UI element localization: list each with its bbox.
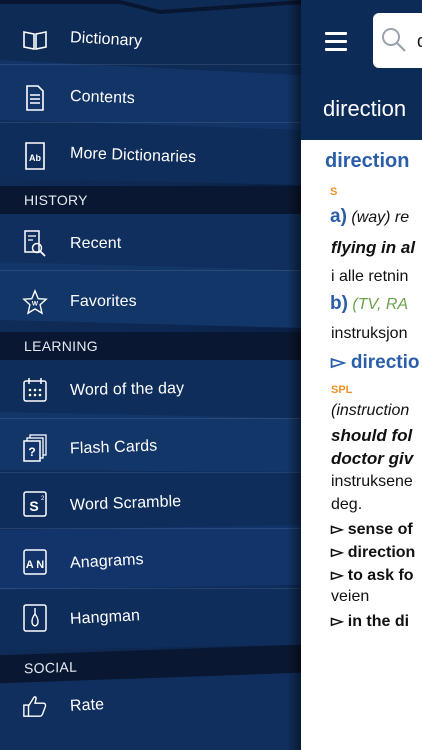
phrase-link[interactable]: ▻ to ask fo <box>331 565 414 585</box>
phrase-link[interactable]: ▻ sense of <box>331 519 413 539</box>
anagrams-icon: A N <box>22 547 48 577</box>
search-input[interactable]: d <box>417 31 422 52</box>
sense-marker: b) <box>330 293 348 314</box>
svg-text:Ab: Ab <box>29 153 41 163</box>
svg-text:W: W <box>32 301 39 308</box>
calendar-icon <box>22 375 48 405</box>
drawer-item-label: Flash Cards <box>69 437 158 458</box>
flash-cards-icon: ? <box>22 433 48 463</box>
sense-context: (TV, RA <box>352 296 409 313</box>
divider <box>0 472 301 473</box>
drawer-item-contents[interactable]: Contents <box>0 80 301 116</box>
entry-headword: direction <box>325 150 410 172</box>
sense-row-a: a) (way) re <box>330 206 409 228</box>
divider <box>0 588 301 589</box>
svg-text:A N: A N <box>26 559 45 571</box>
translation-text: veien <box>331 588 370 605</box>
sense-marker: a) <box>330 206 347 227</box>
translation-text: instruksene <box>331 473 413 490</box>
drawer-item-word-scramble[interactable]: S2 Word Scramble <box>0 486 301 522</box>
example-text: should fol <box>331 426 413 445</box>
sub-headword-link[interactable]: ▻ directio <box>331 351 420 374</box>
sense-context: (instruction <box>331 402 410 419</box>
drawer-item-rate[interactable]: Rate <box>0 688 301 724</box>
phrase-link[interactable]: ▻ direction <box>331 542 415 562</box>
section-header-learning: LEARNING <box>0 332 301 360</box>
hamburger-menu-icon[interactable] <box>323 28 351 54</box>
drawer-item-label: Contents <box>69 87 136 108</box>
example-text: flying in al <box>331 238 416 257</box>
phrase-link[interactable]: ▻ in the di <box>331 611 409 631</box>
drawer-item-label: Favorites <box>70 293 137 310</box>
recent-search-icon <box>22 229 48 259</box>
drawer-item-label: Word of the day <box>69 380 185 399</box>
drawer-item-label: Recent <box>70 235 122 252</box>
drawer-item-word-of-the-day[interactable]: Word of the day <box>0 372 301 408</box>
divider <box>0 64 301 65</box>
drawer-item-label: Word Scramble <box>69 493 182 514</box>
svg-text:S: S <box>29 498 38 514</box>
drawer-item-flash-cards[interactable]: ? Flash Cards <box>0 430 301 466</box>
svg-text:?: ? <box>28 445 35 459</box>
word-scramble-icon: S2 <box>22 489 48 519</box>
translation-text: instruksjon <box>331 325 408 342</box>
drawer-item-dictionary[interactable]: Dictionary <box>0 22 301 58</box>
top-bar: d direction <box>301 0 422 140</box>
drawer-item-anagrams[interactable]: A N Anagrams <box>0 544 301 580</box>
divider <box>0 122 301 123</box>
search-icon <box>381 27 407 58</box>
dictionary-book-icon: Ab <box>22 141 48 171</box>
sense-row-b: b) (TV, RA <box>330 293 408 315</box>
translation-text: i alle retnin <box>331 268 409 285</box>
thumbs-up-icon <box>22 691 48 721</box>
drawer-item-label: Rate <box>69 696 105 715</box>
drawer-item-hangman[interactable]: Hangman <box>0 600 301 636</box>
drawer-item-recent[interactable]: Recent <box>0 226 301 262</box>
search-field[interactable]: d <box>373 13 422 68</box>
header-word: direction <box>323 96 407 121</box>
divider <box>0 528 301 529</box>
grammar-label: S <box>330 186 338 198</box>
drawer-item-label: Dictionary <box>69 29 143 50</box>
book-icon <box>22 25 48 55</box>
divider <box>0 418 301 419</box>
divider <box>0 270 301 271</box>
drawer-item-label: Hangman <box>69 607 141 628</box>
star-icon: W <box>22 287 48 317</box>
example-text: doctor giv <box>331 449 414 468</box>
document-icon <box>22 83 48 113</box>
sense-context: (way) re <box>351 209 410 226</box>
translation-text: deg. <box>331 496 363 513</box>
drawer-item-label: Anagrams <box>69 551 145 572</box>
entry-panel: d direction direction S a) (way) re flyi… <box>301 0 422 750</box>
drawer-item-favorites[interactable]: W Favorites <box>0 284 301 320</box>
drawer-item-label: More Dictionaries <box>69 144 197 167</box>
grammar-label: SPL <box>331 384 353 396</box>
section-header-history: HISTORY <box>0 186 301 214</box>
navigation-drawer: Dictionary Contents Ab More Dictionaries… <box>0 0 301 750</box>
hangman-icon <box>22 603 48 633</box>
svg-text:2: 2 <box>41 496 45 502</box>
drawer-item-more-dictionaries[interactable]: Ab More Dictionaries <box>0 138 301 174</box>
